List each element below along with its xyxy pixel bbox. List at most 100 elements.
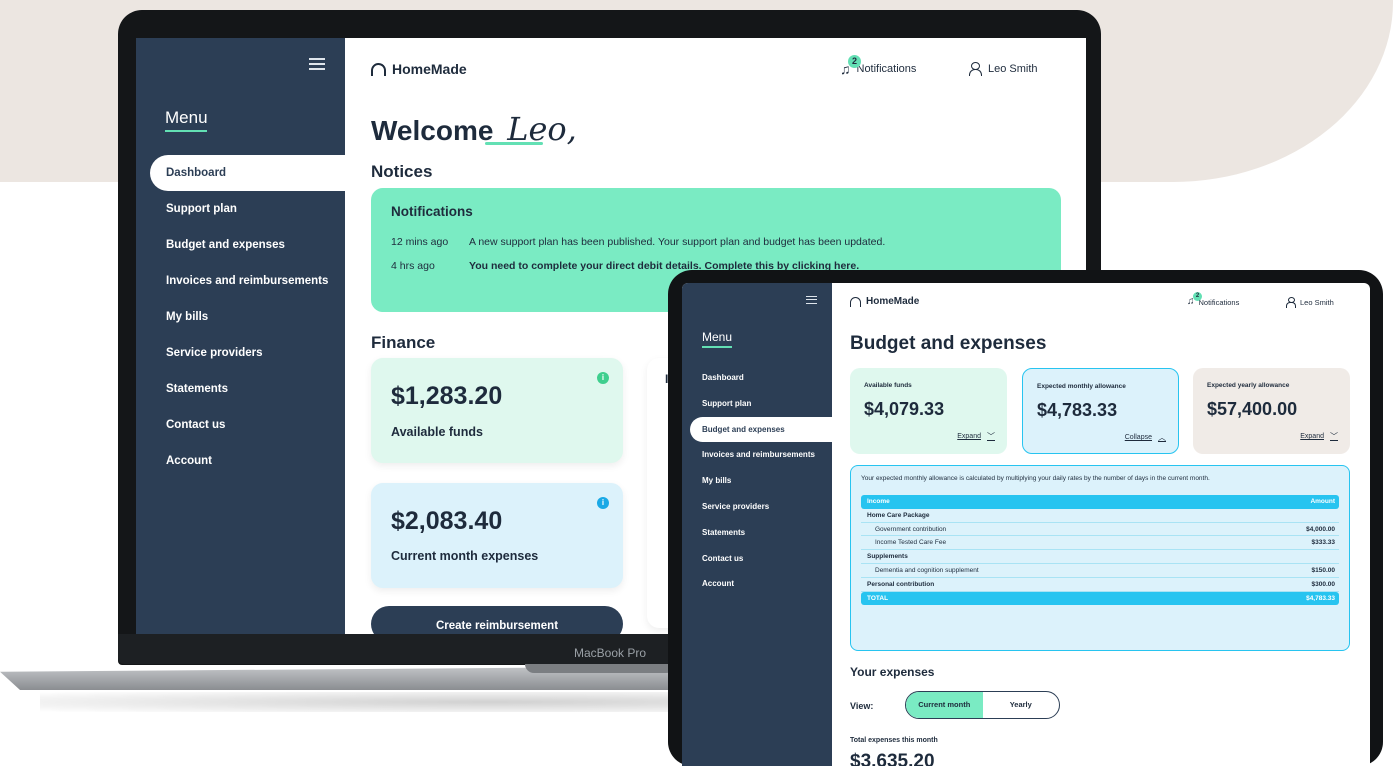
sidebar-item-budget-and-expenses[interactable]: Budget and expenses [150, 227, 345, 263]
total-expenses-label: Total expenses this month [850, 737, 938, 744]
menu-title: Menu [165, 108, 208, 127]
available-funds-card: Available funds $4,079.33 Expand ﹀ [850, 368, 1007, 454]
row-label: Dementia and cognition supplement [875, 566, 979, 574]
chevron-up-icon: ︿ [1158, 433, 1166, 442]
homemade-logo[interactable]: HomeMade [850, 296, 919, 307]
welcome-underline [485, 142, 543, 145]
available-funds-amount: $1,283.20 [391, 382, 503, 410]
sidebar-item-account[interactable]: Account [690, 571, 832, 597]
sidebar-nav: Dashboard Support plan Budget and expens… [150, 155, 345, 479]
user-name: Leo Smith [1300, 297, 1334, 307]
sidebar-item-contact-us[interactable]: Contact us [150, 407, 345, 443]
bell-icon: ♫ 2 [1187, 292, 1202, 307]
notification-item: 12 mins ago A new support plan has been … [391, 236, 885, 248]
create-reimbursement-button[interactable]: Create reimbursement [371, 606, 623, 634]
expand-toggle[interactable]: Expand ﹀ [1300, 431, 1338, 442]
row-amount: $4,000.00 [1306, 525, 1335, 533]
notification-count-badge: 2 [1193, 292, 1202, 301]
notices-heading: Notices [371, 162, 433, 181]
row-label: Home Care Package [867, 511, 930, 519]
user-menu[interactable]: Leo Smith [1286, 297, 1334, 308]
sidebar-item-my-bills[interactable]: My bills [150, 299, 345, 335]
house-icon [371, 62, 386, 76]
sidebar-item-service-providers[interactable]: Service providers [690, 494, 832, 520]
available-funds-label: Available funds [391, 425, 483, 439]
laptop-notch [525, 664, 675, 673]
table-row: Personal contribution $300.00 [861, 578, 1339, 592]
sidebar-item-invoices-and-reimbursements[interactable]: Invoices and reimbursements [150, 263, 345, 299]
table-row: Supplements [861, 550, 1339, 564]
card-label: Available funds [864, 382, 912, 389]
sidebar-item-invoices-and-reimbursements[interactable]: Invoices and reimbursements [690, 442, 832, 468]
view-yearly-button[interactable]: Yearly [983, 692, 1060, 718]
notifications-card-title: Notifications [391, 204, 473, 219]
chevron-down-icon: ﹀ [987, 432, 995, 441]
chevron-down-icon: ﹀ [1330, 432, 1338, 441]
view-current-month-button[interactable]: Current month [906, 692, 983, 718]
sidebar-item-dashboard[interactable]: Dashboard [150, 155, 345, 191]
row-label: Government contribution [875, 525, 947, 533]
sidebar-item-contact-us[interactable]: Contact us [690, 546, 832, 572]
notifications-label: Notifications [1198, 297, 1240, 307]
your-expenses-heading: Your expenses [850, 665, 935, 679]
expand-label: Expand [1300, 433, 1324, 440]
expected-monthly-allowance-card: Expected monthly allowance $4,783.33 Col… [1022, 368, 1179, 454]
user-name: Leo Smith [988, 62, 1038, 75]
user-icon [1286, 297, 1296, 308]
sidebar-item-account[interactable]: Account [150, 443, 345, 479]
main-content: HomeMade ♫ 2 Notifications Leo Smith Budg… [832, 283, 1370, 766]
card-amount: $4,783.33 [1037, 400, 1118, 420]
row-amount: $150.00 [1311, 566, 1336, 574]
current-month-expenses-label: Current month expenses [391, 549, 539, 563]
allowance-description: Your expected monthly allowance is calcu… [861, 475, 1210, 482]
notifications-link[interactable]: ♫ 2 Notifications [840, 55, 916, 76]
page-title: Budget and expenses [850, 333, 1047, 354]
sidebar-item-support-plan[interactable]: Support plan [690, 391, 832, 417]
user-menu[interactable]: Leo Smith [969, 62, 1038, 76]
card-label: Expected monthly allowance [1037, 383, 1126, 390]
total-label: TOTAL [867, 594, 889, 602]
welcome-heading: Welcome Leo, [371, 110, 577, 148]
collapse-toggle[interactable]: Collapse ︿ [1125, 432, 1166, 443]
sidebar-item-statements[interactable]: Statements [690, 520, 832, 546]
card-amount: $4,079.33 [864, 399, 945, 419]
expected-yearly-allowance-card: Expected yearly allowance $57,400.00 Exp… [1193, 368, 1350, 454]
row-label: Supplements [867, 553, 908, 561]
table-total-row: TOTAL $4,783.33 [861, 591, 1339, 606]
row-amount: $300.00 [1311, 580, 1336, 588]
table-row: Dementia and cognition supplement $150.0… [861, 564, 1339, 578]
notification-message: A new support plan has been published. Y… [469, 236, 886, 248]
expand-toggle[interactable]: Expand ﹀ [957, 431, 995, 442]
info-icon[interactable]: i [597, 372, 609, 384]
table-row: Income Tested Care Fee $333.33 [861, 536, 1339, 551]
card-label: Expected yearly allowance [1207, 382, 1290, 389]
hamburger-menu-icon[interactable] [309, 58, 325, 70]
marketing-mockup: MacBook Pro Menu Dashboard Support plan … [0, 0, 1393, 766]
table-row: Government contribution $4,000.00 [861, 523, 1339, 537]
house-icon [850, 296, 861, 307]
total-expenses-amount: $3,635.20 [850, 751, 935, 766]
table-header-income: Income [867, 498, 890, 505]
expand-label: Expand [957, 433, 981, 440]
table-row: Home Care Package [861, 509, 1339, 523]
hamburger-menu-icon[interactable] [806, 296, 817, 304]
sidebar-item-dashboard[interactable]: Dashboard [690, 365, 832, 391]
card-amount: $57,400.00 [1207, 399, 1298, 419]
sidebar-item-support-plan[interactable]: Support plan [150, 191, 345, 227]
homemade-logo[interactable]: HomeMade [371, 61, 467, 77]
notifications-link[interactable]: ♫ 2 Notifications [1187, 292, 1240, 307]
notification-time: 4 hrs ago [391, 260, 435, 272]
sidebar-item-budget-and-expenses[interactable]: Budget and expenses [690, 416, 832, 443]
sidebar: Menu Dashboard Support plan Budget and e… [136, 38, 345, 634]
view-toggle: Current month Yearly [905, 691, 1060, 719]
available-funds-card[interactable]: $1,283.20 Available funds i [371, 358, 623, 463]
current-month-expenses-card[interactable]: $2,083.40 Current month expenses i [371, 483, 623, 588]
row-label: Income Tested Care Fee [875, 539, 947, 547]
user-icon [969, 62, 982, 76]
info-icon[interactable]: i [597, 497, 609, 509]
sidebar-item-statements[interactable]: Statements [150, 371, 345, 407]
table-header-amount: Amount [1310, 498, 1335, 505]
sidebar-item-service-providers[interactable]: Service providers [150, 335, 345, 371]
sidebar-nav: Dashboard Support plan Budget and expens… [690, 365, 832, 597]
sidebar-item-my-bills[interactable]: My bills [690, 468, 832, 494]
